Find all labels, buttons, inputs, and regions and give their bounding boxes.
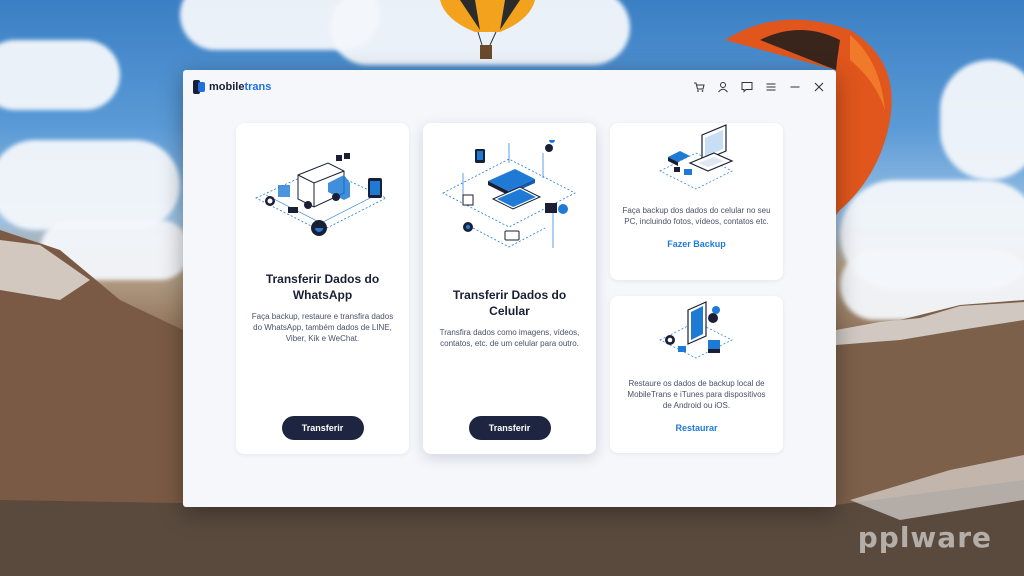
backup-card[interactable]: Faça backup dos dados do celular no seu … <box>610 123 783 280</box>
card-title: Transferir Dados do WhatsApp <box>265 272 380 302</box>
feedback-icon[interactable] <box>740 80 754 94</box>
watermark: pplware <box>857 521 992 554</box>
app-logo-icon <box>193 80 205 94</box>
card-description: Faça backup, restaure e transfira dados … <box>251 312 394 343</box>
whatsapp-transfer-illustration <box>255 153 387 236</box>
titlebar-icons <box>692 80 826 94</box>
restore-link[interactable]: Restaurar <box>675 423 717 433</box>
user-icon[interactable] <box>716 80 730 94</box>
card-description: Faça backup dos dados do celular no seu … <box>622 206 771 226</box>
brand: mobiletrans <box>193 80 271 94</box>
restore-card[interactable]: Restaure os dados de backup local de Mob… <box>610 296 783 453</box>
backup-illustration <box>659 124 734 190</box>
cart-icon[interactable] <box>692 80 706 94</box>
phone-transfer-illustration <box>442 140 576 248</box>
card-description: Restaure os dados de backup local de Mob… <box>627 379 766 410</box>
minimize-icon[interactable] <box>788 80 802 94</box>
transfer-whatsapp-button[interactable]: Transferir <box>281 416 364 440</box>
card-description: Transfira dados como imagens, vídeos, co… <box>439 328 580 348</box>
card-title: Transferir Dados do Celular <box>452 288 567 318</box>
transfer-phone-button[interactable]: Transferir <box>468 416 551 440</box>
titlebar: mobiletrans <box>183 70 836 104</box>
whatsapp-transfer-card[interactable]: Transferir Dados do WhatsApp Faça backup… <box>236 123 409 454</box>
menu-icon[interactable] <box>764 80 778 94</box>
app-window: mobiletrans Transferir Dados do WhatsApp… <box>183 70 836 507</box>
restore-illustration <box>659 301 733 359</box>
backup-link[interactable]: Fazer Backup <box>667 239 726 249</box>
close-icon[interactable] <box>812 80 826 94</box>
phone-transfer-card[interactable]: Transferir Dados do Celular Transfira da… <box>423 123 596 454</box>
app-name: mobiletrans <box>209 81 272 93</box>
